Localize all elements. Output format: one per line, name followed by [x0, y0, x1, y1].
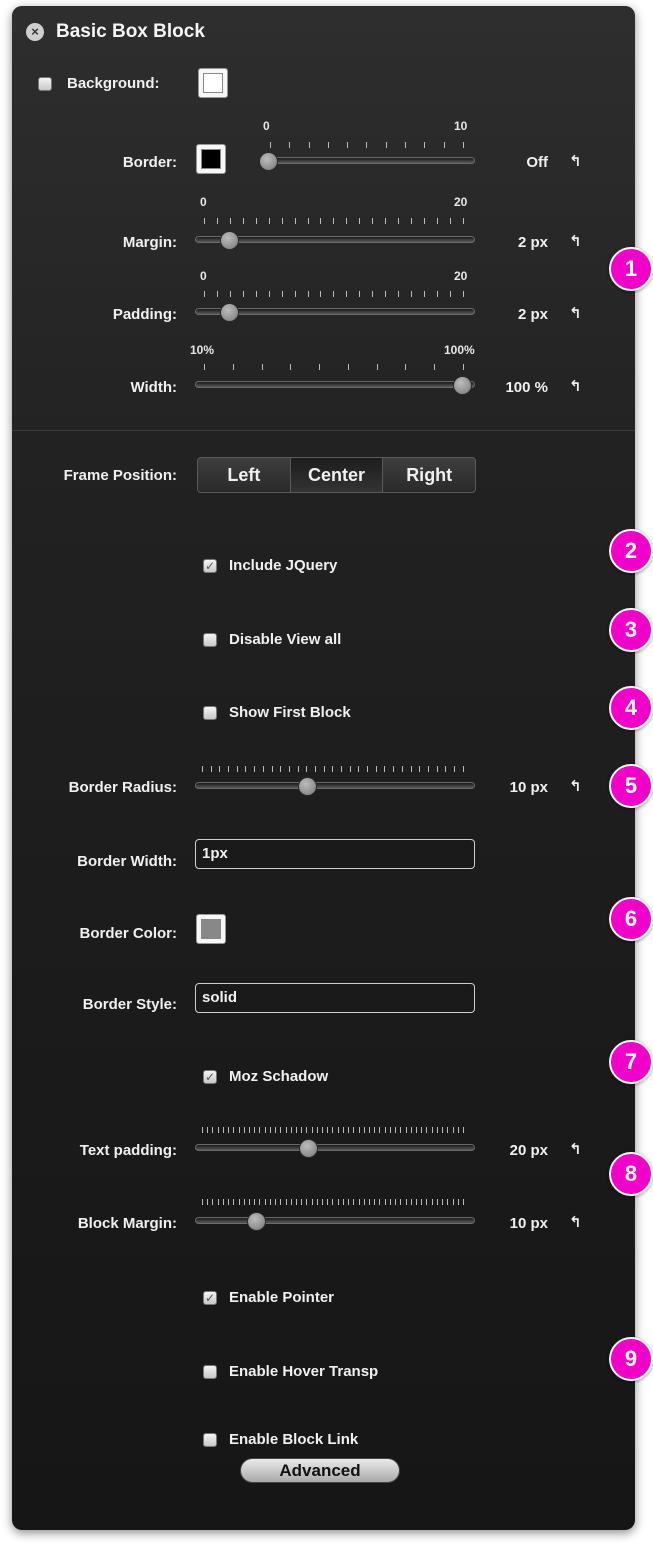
- margin-value: 2 px: [517, 234, 548, 251]
- padding-slider-knob[interactable]: [220, 303, 239, 322]
- background-color-swatch[interactable]: [198, 68, 228, 98]
- callout-badge-6: 6: [609, 897, 653, 941]
- include-jquery-label: Include JQuery: [229, 557, 338, 574]
- padding-value: 2 px: [517, 306, 548, 323]
- width-slider-ticks: [204, 364, 464, 370]
- border-reset-icon[interactable]: ↰: [569, 152, 582, 170]
- width-slider-track[interactable]: [195, 381, 475, 388]
- border-radius-reset-icon[interactable]: ↰: [569, 777, 582, 795]
- text-padding-value: 20 px: [509, 1142, 548, 1159]
- frame-position-center[interactable]: Center: [290, 458, 384, 492]
- callout-badge-9: 9: [609, 1337, 653, 1381]
- enable-block-link-checkbox[interactable]: [203, 1433, 217, 1447]
- include-jquery-checkbox[interactable]: ✓: [203, 559, 217, 573]
- callout-badge-2: 2: [609, 529, 653, 573]
- enable-hover-transp-checkbox[interactable]: [203, 1365, 217, 1379]
- border-max-label: 10: [454, 119, 468, 133]
- callout-badge-1: 1: [609, 247, 653, 291]
- text-padding-reset-icon[interactable]: ↰: [569, 1140, 582, 1158]
- block-margin-slider-knob[interactable]: [247, 1212, 266, 1231]
- text-padding-slider-track[interactable]: [195, 1144, 475, 1151]
- moz-shadow-checkbox[interactable]: ✓: [203, 1070, 217, 1084]
- border-width-label: Border Width:: [77, 853, 177, 870]
- border-slider-ticks: [270, 142, 464, 148]
- close-icon[interactable]: ×: [26, 23, 44, 41]
- frame-position-left[interactable]: Left: [198, 458, 291, 492]
- width-value: 100 %: [505, 379, 548, 396]
- border-slider-track[interactable]: [261, 157, 475, 164]
- padding-min-label: 0: [200, 269, 207, 283]
- moz-shadow-label: Moz Schadow: [229, 1068, 329, 1085]
- frame-position-right[interactable]: Right: [383, 458, 475, 492]
- panel-title: Basic Box Block: [56, 21, 205, 42]
- block-margin-slider-ticks: [202, 1199, 464, 1205]
- text-padding-slider-knob[interactable]: [299, 1139, 318, 1158]
- block-margin-slider-track[interactable]: [195, 1217, 475, 1224]
- frame-position-label: Frame Position:: [63, 467, 177, 484]
- width-min-label: 10%: [190, 343, 215, 357]
- block-margin-label: Block Margin:: [77, 1215, 177, 1232]
- padding-reset-icon[interactable]: ↰: [569, 304, 582, 322]
- enable-pointer-label: Enable Pointer: [229, 1289, 335, 1306]
- border-style-label: Border Style:: [82, 996, 177, 1013]
- callout-badge-5: 5: [609, 764, 653, 808]
- border-min-label: 0: [263, 119, 270, 133]
- border-width-field[interactable]: 1px: [195, 839, 475, 869]
- text-padding-slider-ticks: [202, 1127, 464, 1133]
- border-label: Border:: [122, 154, 177, 171]
- border-color-label: Border Color:: [79, 925, 178, 942]
- enable-block-link-label: Enable Block Link: [229, 1431, 359, 1448]
- border-radius-slider-ticks: [202, 766, 464, 772]
- block-margin-value: 10 px: [509, 1215, 548, 1232]
- panel-header: × Basic Box Block: [26, 20, 205, 44]
- disable-view-all-label: Disable View all: [229, 631, 342, 648]
- callout-badge-8: 8: [609, 1152, 653, 1196]
- width-label: Width:: [130, 379, 177, 396]
- border-color-swatch[interactable]: [196, 144, 226, 174]
- border-value: Off: [526, 154, 548, 171]
- padding-slider-ticks: [204, 291, 464, 297]
- background-checkbox[interactable]: [38, 77, 52, 91]
- border-radius-value: 10 px: [509, 779, 548, 796]
- border-radius-slider-knob[interactable]: [298, 777, 317, 796]
- margin-reset-icon[interactable]: ↰: [569, 232, 582, 250]
- border-radius-label: Border Radius:: [68, 779, 177, 796]
- text-padding-label: Text padding:: [79, 1142, 177, 1159]
- inspector-panel: × Basic Box Block Background: 0 10 Borde…: [12, 6, 635, 1530]
- block-margin-reset-icon[interactable]: ↰: [569, 1213, 582, 1231]
- enable-hover-transp-label: Enable Hover Transp: [229, 1363, 379, 1380]
- advanced-button[interactable]: Advanced: [240, 1458, 400, 1483]
- callout-badge-4: 4: [609, 686, 653, 730]
- margin-min-label: 0: [200, 195, 207, 209]
- margin-label: Margin:: [122, 234, 177, 251]
- border-slider-knob[interactable]: [259, 152, 278, 171]
- margin-slider-knob[interactable]: [220, 231, 239, 250]
- padding-label: Padding:: [112, 306, 177, 323]
- disable-view-all-checkbox[interactable]: [203, 633, 217, 647]
- width-max-label: 100%: [444, 343, 475, 357]
- show-first-block-label: Show First Block: [229, 704, 351, 721]
- show-first-block-checkbox[interactable]: [203, 706, 217, 720]
- margin-slider-ticks: [204, 218, 464, 224]
- width-reset-icon[interactable]: ↰: [569, 377, 582, 395]
- callout-badge-7: 7: [609, 1040, 653, 1084]
- callout-badge-3: 3: [609, 608, 653, 652]
- margin-max-label: 20: [454, 195, 468, 209]
- padding-max-label: 20: [454, 269, 468, 283]
- background-label: Background:: [67, 75, 160, 92]
- border-color-picker[interactable]: [196, 914, 226, 944]
- frame-position-segmented-control: Left Center Right: [197, 457, 476, 493]
- border-radius-slider-track[interactable]: [195, 782, 475, 789]
- enable-pointer-checkbox[interactable]: ✓: [203, 1291, 217, 1305]
- border-style-field[interactable]: solid: [195, 983, 475, 1013]
